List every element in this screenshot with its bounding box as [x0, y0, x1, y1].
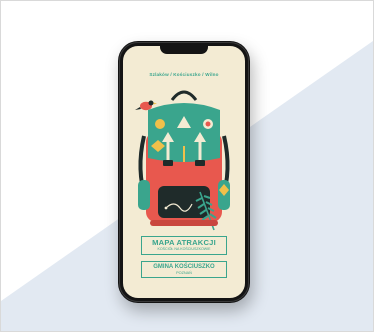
map-title: MAPA ATRAKCJI: [152, 238, 216, 247]
header-text: Szlaków / Kościuszko / Wilno: [149, 72, 219, 77]
map-subtitle: KOŚCIÓŁ NA KOŚCIUSZKOWIE: [157, 247, 211, 251]
municipality-card[interactable]: GMINA KOŚCIUSZKO POZNAŃ: [141, 261, 227, 278]
municipality-name: GMINA KOŚCIUSZKO: [153, 264, 215, 270]
title-card[interactable]: MAPA ATRAKCJI KOŚCIÓŁ NA KOŚCIUSZKOWIE: [141, 236, 227, 255]
phone-screen[interactable]: Szlaków / Kościuszko / Wilno MAPA ATRAKC…: [123, 46, 245, 298]
backpack-illustration: [135, 90, 230, 231]
preview-frame: Szlaków / Kościuszko / Wilno MAPA ATRAKC…: [0, 0, 374, 332]
phone-notch: [160, 45, 208, 54]
city-name: POZNAŃ: [176, 271, 192, 275]
phone-mockup: Szlaków / Kościuszko / Wilno MAPA ATRAKC…: [118, 41, 250, 303]
